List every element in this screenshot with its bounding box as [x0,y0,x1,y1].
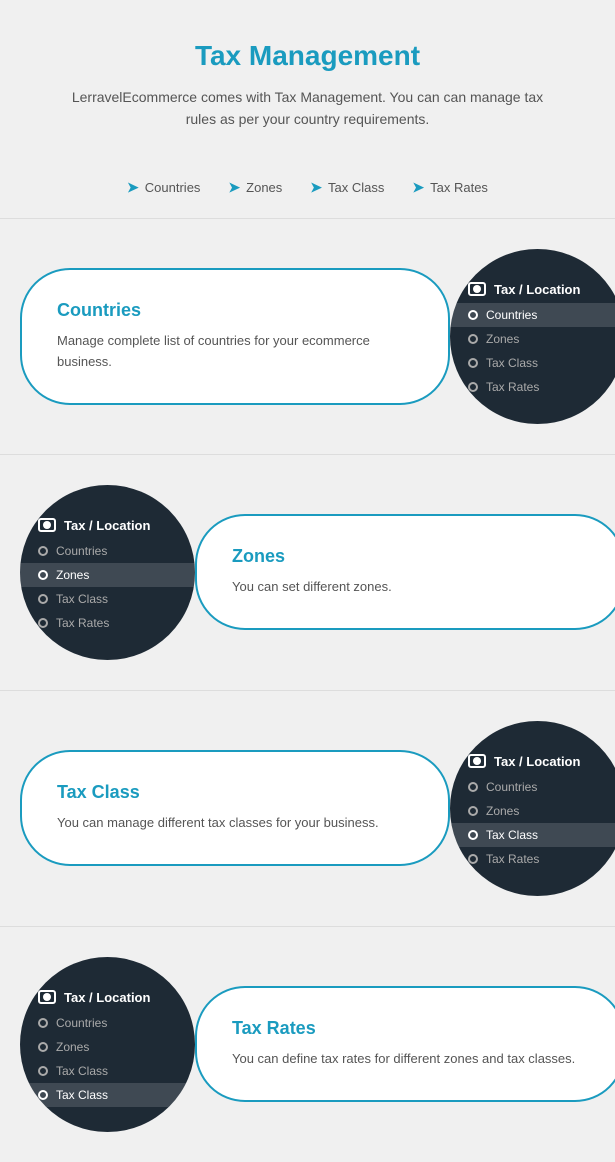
circle-dot [38,1018,48,1028]
feature-desc-zones: You can set different zones. [232,577,588,598]
circle-dot [38,594,48,604]
circle-item-label: Countries [56,1016,107,1030]
circle-dot [468,830,478,840]
circle-dot [468,334,478,344]
circle-header-countries: Tax / Location [450,274,615,303]
circle-item-label: Tax Class [56,592,108,606]
circle-item-zones-active[interactable]: Zones [20,563,195,587]
step-taxclass[interactable]: ➤ Tax Class [310,179,384,196]
header-section: Tax Management LerravelEcommerce comes w… [0,0,615,161]
feature-title-zones: Zones [232,546,588,567]
circle-item-label: Tax Rates [56,616,109,630]
circle-header-taxrates: Tax / Location [20,982,195,1011]
circle-header-label: Tax / Location [64,518,150,533]
circle-dot [38,570,48,580]
circle-dot [38,546,48,556]
circle-menu-countries: Tax / Location Countries Zones Tax Class… [450,249,615,424]
circle-dot [468,310,478,320]
circle-header-zones: Tax / Location [20,510,195,539]
circle-dot [468,854,478,864]
circle-item-label: Countries [486,780,537,794]
step-arrow-1: ➤ [127,179,139,196]
circle-item-countries-active[interactable]: Countries [450,303,615,327]
feature-taxrates: Tax / Location Countries Zones Tax Class… [0,926,615,1162]
circle-header-label: Tax / Location [494,282,580,297]
page-description: LerravelEcommerce comes with Tax Managem… [60,86,555,131]
circle-item-label: Countries [486,308,537,322]
step-arrow-4: ➤ [412,179,424,196]
steps-bar: ➤ Countries ➤ Zones ➤ Tax Class ➤ Tax Ra… [0,161,615,218]
step-label-zones: Zones [246,180,282,195]
feature-desc-taxrates: You can define tax rates for different z… [232,1049,588,1070]
circle-dot [468,782,478,792]
circle-dot [38,618,48,628]
circle-header-label: Tax / Location [64,990,150,1005]
circle-dot [468,382,478,392]
page-title: Tax Management [60,40,555,72]
circle-header-icon [38,990,56,1004]
circle-menu-zones: Tax / Location Countries Zones Tax Class… [20,485,195,660]
step-arrow-2: ➤ [228,179,240,196]
circle-item-label: Tax Class [486,356,538,370]
circle-item-label: Tax Class [486,828,538,842]
circle-dot [468,358,478,368]
circle-item-zones[interactable]: Zones [450,799,615,823]
step-arrow-3: ➤ [310,179,322,196]
circle-item-zones[interactable]: Zones [450,327,615,351]
step-label-countries: Countries [145,180,201,195]
feature-taxclass: Tax Class You can manage different tax c… [0,690,615,926]
circle-item-taxclass[interactable]: Tax Class [20,1059,195,1083]
circle-item-countries[interactable]: Countries [20,539,195,563]
circle-item-taxrates[interactable]: Tax Rates [20,611,195,635]
circle-menu-taxclass: Tax / Location Countries Zones Tax Class… [450,721,615,896]
circle-item-label: Countries [56,544,107,558]
circle-item-taxrates[interactable]: Tax Rates [450,847,615,871]
feature-desc-countries: Manage complete list of countries for yo… [57,331,413,373]
step-taxrates[interactable]: ➤ Tax Rates [412,179,488,196]
circle-item-taxclass-active[interactable]: Tax Class [450,823,615,847]
circle-header-label: Tax / Location [494,754,580,769]
circle-item-taxrates-active[interactable]: Tax Class [20,1083,195,1107]
feature-title-taxclass: Tax Class [57,782,413,803]
text-panel-zones: Zones You can set different zones. [195,514,615,630]
circle-item-countries[interactable]: Countries [20,1011,195,1035]
text-panel-taxclass: Tax Class You can manage different tax c… [20,750,450,866]
circle-item-label: Zones [486,804,519,818]
circle-header-icon [468,282,486,296]
circle-item-label: Zones [56,568,89,582]
feature-countries: Countries Manage complete list of countr… [0,218,615,454]
circle-item-countries[interactable]: Countries [450,775,615,799]
circle-dot [38,1090,48,1100]
circle-header-icon [468,754,486,768]
step-zones[interactable]: ➤ Zones [228,179,282,196]
circle-item-label: Zones [486,332,519,346]
step-countries[interactable]: ➤ Countries [127,179,200,196]
circle-item-zones[interactable]: Zones [20,1035,195,1059]
circle-menu-taxrates: Tax / Location Countries Zones Tax Class… [20,957,195,1132]
feature-title-countries: Countries [57,300,413,321]
step-label-taxclass: Tax Class [328,180,384,195]
circle-item-label: Tax Rates [486,852,539,866]
circle-header-icon [38,518,56,532]
circle-header-taxclass: Tax / Location [450,746,615,775]
circle-dot [38,1066,48,1076]
circle-item-taxclass[interactable]: Tax Class [450,351,615,375]
circle-item-label: Tax Class [56,1088,108,1102]
circle-dot [38,1042,48,1052]
circle-item-taxclass[interactable]: Tax Class [20,587,195,611]
feature-title-taxrates: Tax Rates [232,1018,588,1039]
circle-item-label: Tax Class [56,1064,108,1078]
text-panel-countries: Countries Manage complete list of countr… [20,268,450,405]
circle-dot [468,806,478,816]
circle-item-taxrates[interactable]: Tax Rates [450,375,615,399]
circle-item-label: Tax Rates [486,380,539,394]
text-panel-taxrates: Tax Rates You can define tax rates for d… [195,986,615,1102]
circle-item-label: Zones [56,1040,89,1054]
step-label-taxrates: Tax Rates [430,180,488,195]
feature-desc-taxclass: You can manage different tax classes for… [57,813,413,834]
feature-zones: Tax / Location Countries Zones Tax Class… [0,454,615,690]
